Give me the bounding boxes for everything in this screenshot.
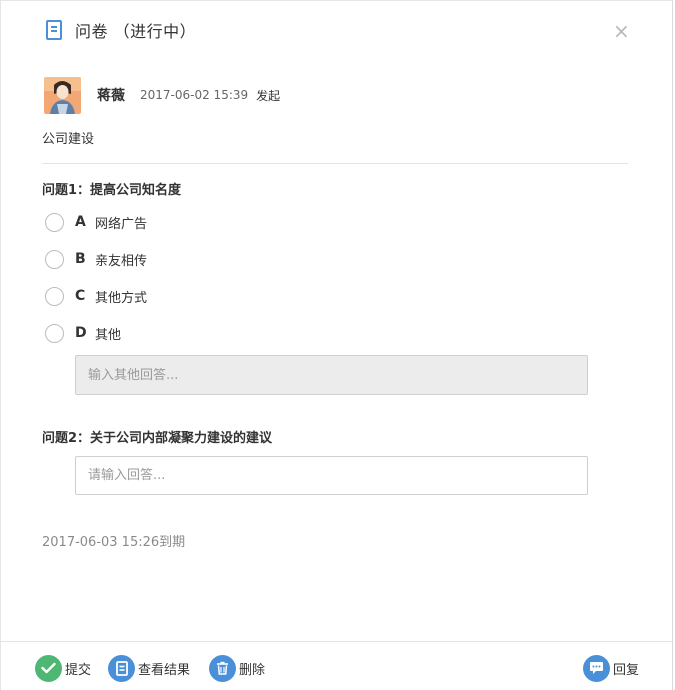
other-answer-input[interactable] xyxy=(75,355,588,395)
option-label: 网络广告 xyxy=(95,216,148,232)
reply-button[interactable]: 回复 xyxy=(583,654,640,682)
delete-label: 删除 xyxy=(239,662,266,678)
document-icon xyxy=(46,20,62,40)
dialog-header: 问卷 （进行中） xyxy=(46,18,196,42)
reply-label: 回复 xyxy=(613,662,640,678)
radio-button[interactable] xyxy=(45,249,64,269)
question-2-title: 问题2：关于公司内部凝聚力建设的建议 xyxy=(42,431,273,446)
option-label: 其他 xyxy=(95,327,122,343)
trash-icon xyxy=(209,654,236,682)
view-results-label: 查看结果 xyxy=(138,662,191,678)
check-icon xyxy=(35,654,62,682)
answer-input[interactable] xyxy=(75,456,588,495)
dialog-title: 问卷 （进行中） xyxy=(75,22,197,41)
delete-button[interactable]: 删除 xyxy=(209,654,266,682)
radio-button[interactable] xyxy=(45,323,64,343)
deadline-text: 2017-06-03 15:26到期 xyxy=(42,535,186,550)
document-icon xyxy=(108,654,135,682)
survey-subject: 公司建设 xyxy=(42,132,95,147)
option-label: 亲友相传 xyxy=(95,253,148,269)
post-action: 发起 xyxy=(256,88,281,103)
radio-button[interactable] xyxy=(45,212,64,232)
author-row: 蒋薇 2017-06-02 15:39 发起 xyxy=(44,76,280,114)
submit-label: 提交 xyxy=(65,662,92,678)
avatar[interactable] xyxy=(44,76,81,114)
option-a[interactable]: A 网络广告 xyxy=(45,212,147,232)
option-b[interactable]: B 亲友相传 xyxy=(45,249,147,269)
radio-button[interactable] xyxy=(45,286,64,306)
option-c[interactable]: C 其他方式 xyxy=(45,286,147,306)
submit-button[interactable]: 提交 xyxy=(35,654,92,682)
view-results-button[interactable]: 查看结果 xyxy=(108,654,191,682)
option-letter: C xyxy=(75,288,86,304)
close-icon[interactable]: × xyxy=(613,19,630,43)
option-letter: D xyxy=(75,325,87,341)
question-1-title: 问题1：提高公司知名度 xyxy=(42,183,182,198)
chat-bubble-icon xyxy=(583,654,610,682)
option-d[interactable]: D 其他 xyxy=(45,323,121,343)
divider xyxy=(42,163,628,164)
option-letter: B xyxy=(75,251,86,267)
option-label: 其他方式 xyxy=(95,290,148,306)
post-timestamp: 2017-06-02 15:39 xyxy=(140,88,249,102)
survey-dialog: 问卷 （进行中） × 蒋薇 2017-06-02 15:39 发起 公司建设 问… xyxy=(0,0,674,690)
author-name: 蒋薇 xyxy=(97,88,125,104)
option-letter: A xyxy=(75,214,86,230)
dialog-footer: 提交 查看结果 删除 回复 xyxy=(1,641,674,690)
